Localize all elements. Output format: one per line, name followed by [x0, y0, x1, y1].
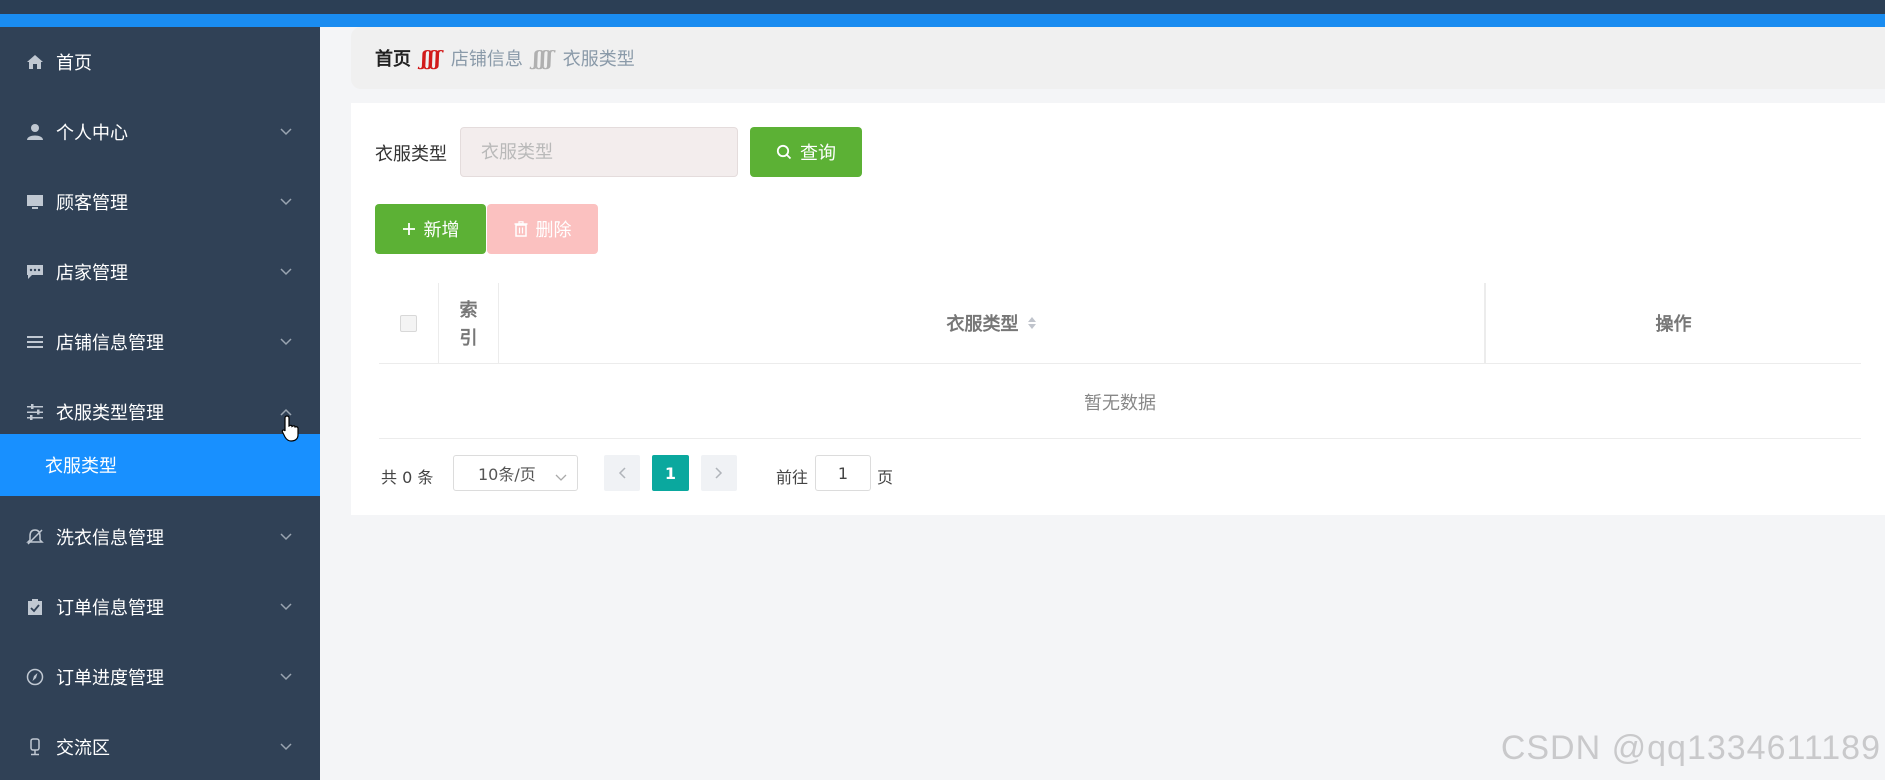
delete-button[interactable]: 删除 [487, 204, 598, 254]
top-header-bar [0, 0, 1885, 27]
user-icon [26, 123, 44, 141]
table-empty-text: 暂无数据 [1084, 393, 1156, 414]
breadcrumb-level2: 衣服类型 [562, 49, 635, 70]
chevron-down-icon [278, 124, 294, 140]
sidebar-item-order-info-management[interactable]: 订单信息管理 [0, 572, 320, 642]
breadcrumb-separator-icon: ʃʃʃ [532, 46, 553, 70]
monitor-icon [26, 193, 44, 211]
chevron-left-icon [618, 464, 626, 483]
goto-page-input[interactable] [815, 455, 871, 491]
table-header-clothing-type[interactable]: 衣服类型 [499, 283, 1485, 364]
index-header-line2: 引 [459, 328, 478, 349]
bell-off-icon [26, 528, 44, 546]
microphone-icon [26, 738, 44, 756]
clothing-type-search-input[interactable] [460, 127, 738, 177]
sidebar-item-home[interactable]: 首页 [0, 27, 320, 97]
sidebar-item-personal-center[interactable]: 个人中心 [0, 97, 320, 167]
breadcrumb-separator-icon: ʃʃʃ [421, 46, 441, 70]
sidebar-item-label: 店家管理 [56, 263, 128, 284]
table-header-operations: 操作 [1485, 283, 1861, 364]
sidebar-item-label: 店铺信息管理 [56, 333, 164, 354]
clothing-type-header-label: 衣服类型 [946, 314, 1019, 335]
sidebar-item-label: 订单信息管理 [56, 598, 164, 619]
watermark: CSDN @qq1334611189 [1500, 729, 1881, 767]
sidebar-item-label: 首页 [56, 53, 92, 74]
page-number-button[interactable]: 1 [652, 455, 689, 491]
top-header-dark [0, 0, 1885, 14]
sidebar-item-label: 交流区 [56, 738, 110, 759]
chevron-down-icon [278, 529, 294, 545]
sidebar-item-laundry-info-management[interactable]: 洗衣信息管理 [0, 502, 320, 572]
sidebar-item-label: 顾客管理 [56, 193, 128, 214]
sidebar: 首页 个人中心 顾客管理 店家管理 店铺信息管理 衣服类型管理 衣服类型 洗衣信… [0, 27, 320, 780]
sidebar-item-label: 衣服类型管理 [56, 403, 164, 424]
page-size-value: 10条/页 [478, 465, 536, 484]
chevron-down-icon [278, 194, 294, 210]
hand-cursor-icon [281, 415, 301, 443]
clipboard-icon [26, 598, 44, 616]
sliders-icon [26, 403, 44, 421]
chevron-down-icon [278, 334, 294, 350]
table-header-select [379, 283, 439, 364]
query-button[interactable]: 查询 [750, 127, 862, 177]
sidebar-item-label: 订单进度管理 [56, 668, 164, 689]
compass-icon [26, 668, 44, 686]
index-header-line1: 索 [459, 300, 478, 321]
chevron-right-icon [715, 464, 723, 483]
chevron-down-icon [278, 739, 294, 755]
table-header-index: 索 引 [439, 283, 499, 364]
sidebar-item-forum[interactable]: 交流区 [0, 712, 320, 780]
prev-page-button[interactable] [604, 455, 640, 491]
delete-button-label: 删除 [535, 220, 572, 241]
chevron-down-icon [555, 467, 567, 486]
sidebar-item-label: 洗衣信息管理 [56, 528, 164, 549]
sidebar-item-merchant-management[interactable]: 店家管理 [0, 237, 320, 307]
sidebar-item-customer-management[interactable]: 顾客管理 [0, 167, 320, 237]
breadcrumb: 首页 ʃʃʃ 店铺信息 ʃʃʃ 衣服类型 [351, 27, 1885, 89]
sort-icon[interactable] [1027, 316, 1037, 330]
search-icon [776, 144, 792, 160]
chevron-down-icon [278, 264, 294, 280]
home-icon [26, 53, 44, 71]
goto-label: 前往 [776, 468, 809, 487]
sidebar-item-label: 个人中心 [56, 123, 128, 144]
pagination-total: 共 0 条 [381, 468, 434, 487]
list-icon [26, 333, 44, 351]
sidebar-item-shop-info-management[interactable]: 店铺信息管理 [0, 307, 320, 377]
operations-header-label: 操作 [1655, 314, 1692, 335]
next-page-button[interactable] [701, 455, 737, 491]
breadcrumb-home[interactable]: 首页 [375, 45, 411, 71]
chevron-down-icon [278, 599, 294, 615]
message-icon [26, 263, 44, 281]
page-suffix: 页 [877, 468, 894, 487]
trash-icon [514, 221, 528, 237]
sidebar-item-order-progress-management[interactable]: 订单进度管理 [0, 642, 320, 712]
breadcrumb-level1[interactable]: 店铺信息 [451, 45, 523, 71]
sidebar-subitem-clothing-type[interactable]: 衣服类型 [0, 434, 320, 496]
plus-icon [402, 222, 416, 236]
clothing-type-table: 索 引 衣服类型 操作 暂无数据 [379, 283, 1861, 439]
chevron-down-icon [278, 669, 294, 685]
query-button-label: 查询 [800, 143, 836, 164]
select-all-checkbox[interactable] [400, 314, 417, 332]
page-size-select[interactable]: 10条/页 [453, 455, 578, 491]
add-button-label: 新增 [423, 220, 460, 241]
search-label: 衣服类型 [375, 144, 447, 165]
add-button[interactable]: 新增 [375, 204, 486, 254]
